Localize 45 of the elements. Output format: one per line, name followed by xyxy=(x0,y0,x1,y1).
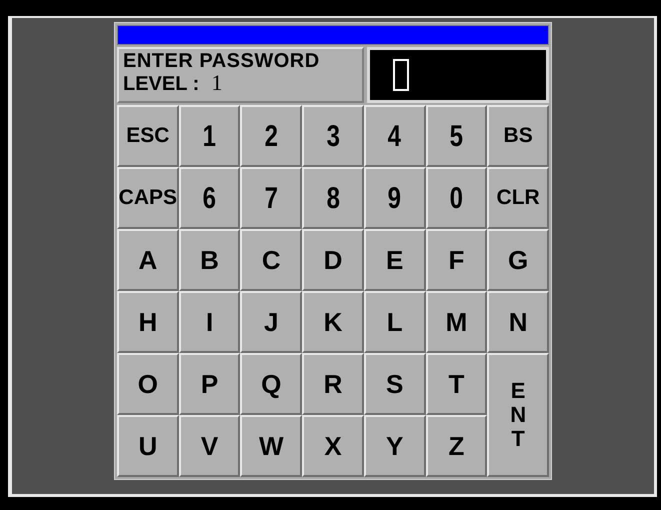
key-button[interactable]: 9 xyxy=(364,167,426,229)
key-button[interactable]: U xyxy=(117,415,179,477)
key-button[interactable]: 0 xyxy=(426,167,488,229)
key-button[interactable]: F xyxy=(426,229,488,291)
key-button[interactable]: R xyxy=(302,353,364,415)
key-button[interactable]: B xyxy=(178,229,240,291)
key-button[interactable]: S xyxy=(364,353,426,415)
key-button[interactable]: G xyxy=(487,229,549,291)
key-button[interactable]: 3 xyxy=(302,105,364,167)
key-button[interactable]: L xyxy=(364,291,426,353)
key-button[interactable]: H xyxy=(117,291,179,353)
key-button[interactable]: CAPS xyxy=(117,167,179,229)
key-button[interactable]: C xyxy=(240,229,302,291)
key-button[interactable]: BS xyxy=(487,105,549,167)
key-button[interactable]: W xyxy=(240,415,302,477)
prompt-title: ENTER PASSWORD xyxy=(123,50,320,72)
key-button[interactable]: ESC xyxy=(117,105,179,167)
key-button[interactable]: A xyxy=(117,229,179,291)
key-button[interactable]: 2 xyxy=(240,105,302,167)
key-button[interactable]: 7 xyxy=(240,167,302,229)
key-button[interactable]: 6 xyxy=(178,167,240,229)
key-button[interactable]: 1 xyxy=(178,105,240,167)
key-button[interactable]: V xyxy=(178,415,240,477)
key-button[interactable]: K xyxy=(302,291,364,353)
key-button[interactable]: 5 xyxy=(426,105,488,167)
key-button[interactable]: ENT xyxy=(487,353,549,477)
key-button[interactable]: Y xyxy=(364,415,426,477)
key-button[interactable]: CLR xyxy=(487,167,549,229)
key-button[interactable]: E xyxy=(364,229,426,291)
key-button[interactable]: P xyxy=(178,353,240,415)
key-button[interactable]: X xyxy=(302,415,364,477)
key-button[interactable]: I xyxy=(178,291,240,353)
key-button[interactable]: N xyxy=(487,291,549,353)
key-button[interactable]: D xyxy=(302,229,364,291)
key-button[interactable]: O xyxy=(117,353,179,415)
key-button[interactable]: T xyxy=(426,353,488,415)
level-label: LEVEL : xyxy=(123,73,200,95)
key-button[interactable]: 8 xyxy=(302,167,364,229)
key-button[interactable]: 4 xyxy=(364,105,426,167)
level-value: 1 xyxy=(211,72,222,94)
key-button[interactable]: J xyxy=(240,291,302,353)
password-display[interactable] xyxy=(367,47,549,103)
key-button[interactable]: Z xyxy=(426,415,488,477)
key-button[interactable]: M xyxy=(426,291,488,353)
key-button[interactable]: Q xyxy=(240,353,302,415)
